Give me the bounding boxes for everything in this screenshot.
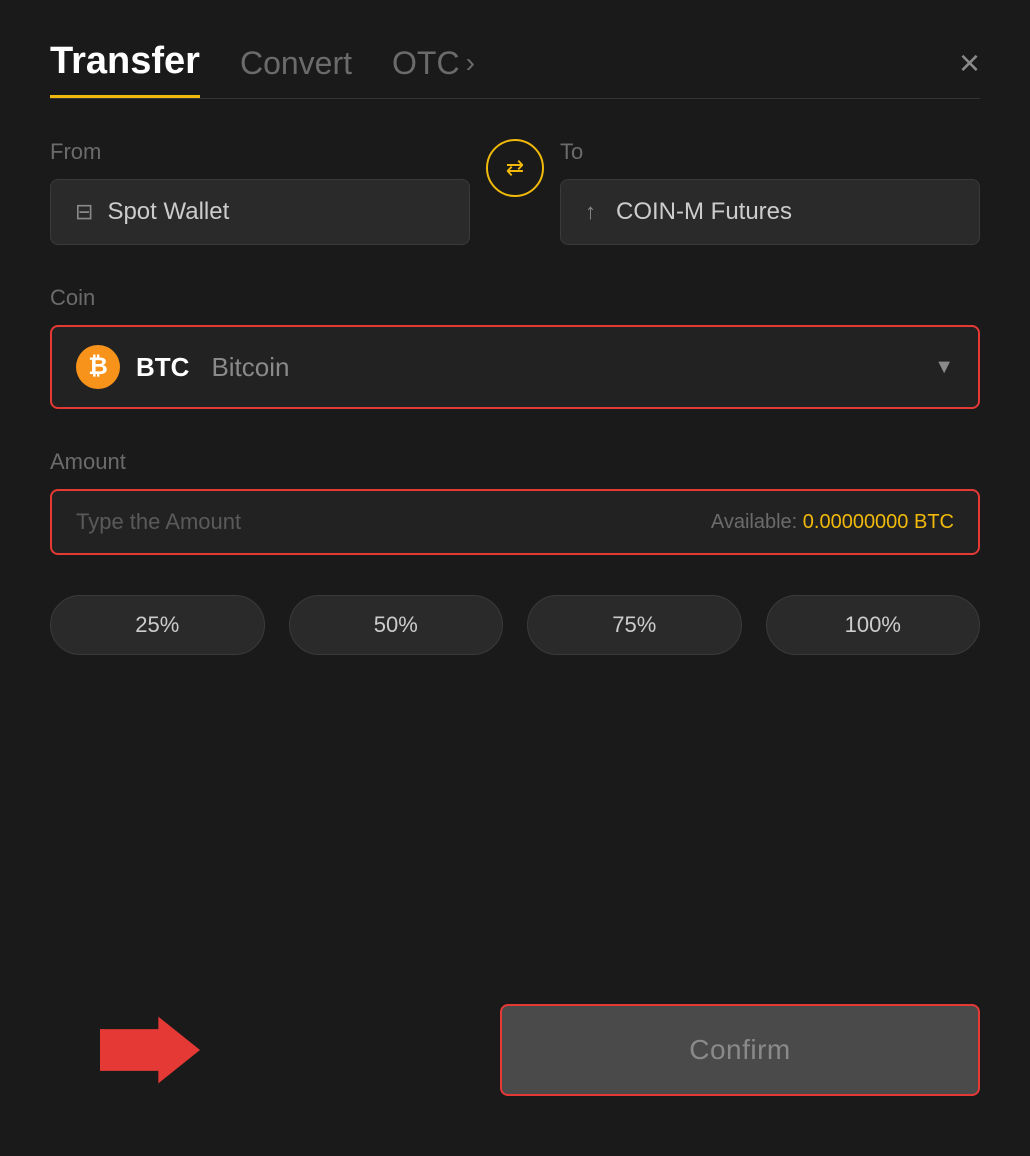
arrow-icon [100,1010,200,1090]
pct-75-button[interactable]: 75% [527,595,742,655]
amount-section: Amount Available: 0.00000000 BTC [50,449,980,555]
coin-section: Coin ₿ BTC Bitcoin ▼ [50,285,980,409]
available-label: Available: [711,511,797,533]
from-label: From [50,139,470,165]
from-wallet-name: Spot Wallet [107,198,229,226]
coin-chevron-icon: ▼ [934,356,954,379]
tab-convert[interactable]: Convert [240,45,352,94]
available-text: Available: 0.00000000 BTC [711,511,954,534]
wallet-icon: ⊟ [75,199,93,225]
amount-label: Amount [50,449,980,475]
tab-otc-label: OTC [392,45,460,82]
futures-icon: ↑ [585,199,596,225]
tab-transfer[interactable]: Transfer [50,40,200,98]
to-column: To ↑ COIN-M Futures [560,139,980,245]
close-button[interactable]: × [959,45,980,93]
percentage-buttons: 25% 50% 75% 100% [50,595,980,655]
to-wallet-selector[interactable]: ↑ COIN-M Futures [560,179,980,245]
swap-button[interactable]: ⇄ [486,139,544,197]
pct-100-button[interactable]: 100% [766,595,981,655]
btc-symbol: ₿ [88,353,108,381]
swap-wrapper: ⇄ [470,139,560,211]
chevron-right-icon: › [466,47,475,79]
modal-header: Transfer Convert OTC › × [50,40,980,98]
coin-label: Coin [50,285,980,311]
transfer-modal: Transfer Convert OTC › × From ⊟ Spot Wal… [0,0,1030,1156]
confirm-button[interactable]: Confirm [500,1004,980,1096]
pct-25-button[interactable]: 25% [50,595,265,655]
pct-50-button[interactable]: 50% [289,595,504,655]
swap-icon: ⇄ [506,155,524,181]
header-divider [50,98,980,99]
arrow-indicator [100,1010,200,1090]
coin-symbol: BTC [136,352,189,383]
amount-input[interactable] [76,509,711,535]
available-value: 0.00000000 BTC [803,511,954,533]
from-to-section: From ⊟ Spot Wallet ⇄ To ↑ COIN-M Futures [50,139,980,245]
to-label: To [560,139,980,165]
amount-input-wrapper: Available: 0.00000000 BTC [50,489,980,555]
btc-icon: ₿ [76,345,120,389]
coin-selector[interactable]: ₿ BTC Bitcoin ▼ [50,325,980,409]
bottom-area: Confirm [50,1004,980,1096]
from-wallet-selector[interactable]: ⊟ Spot Wallet [50,179,470,245]
from-column: From ⊟ Spot Wallet [50,139,470,245]
to-wallet-name: COIN-M Futures [616,198,792,226]
coin-full-name: Bitcoin [211,352,289,383]
tab-otc[interactable]: OTC › [392,45,475,94]
